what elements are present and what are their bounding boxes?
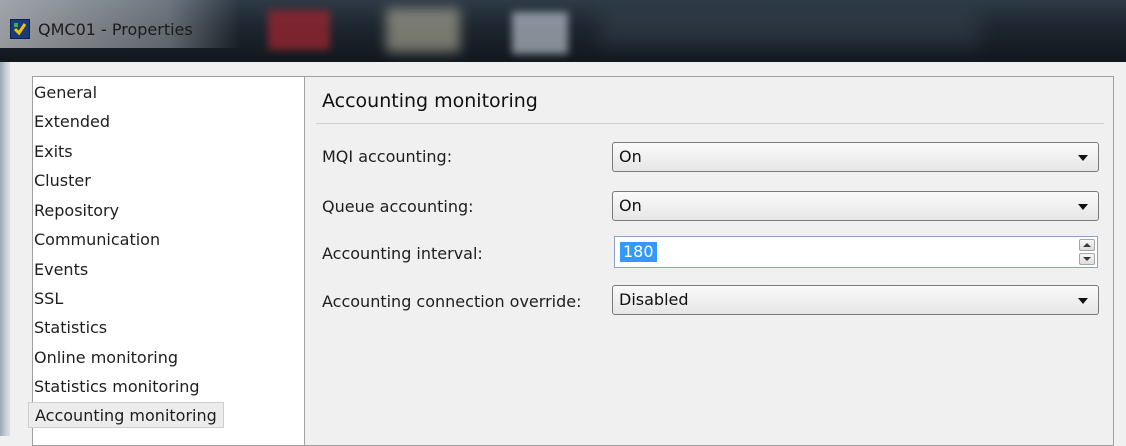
- spinner-buttons: [1079, 239, 1095, 265]
- accounting-interval-spinner[interactable]: 180: [614, 236, 1098, 268]
- chevron-down-icon: [1078, 155, 1088, 161]
- nav-item-accounting-monitoring[interactable]: Accounting monitoring: [28, 402, 224, 428]
- chevron-down-icon: [1078, 298, 1088, 304]
- mqi-accounting-label: MQI accounting:: [322, 147, 453, 166]
- nav-item-communication[interactable]: Communication: [34, 227, 160, 253]
- taskbar-thumbnail: [512, 12, 568, 54]
- nav-item-ssl[interactable]: SSL: [34, 286, 63, 312]
- nav-item-general[interactable]: General: [34, 80, 97, 106]
- queue-manager-icon[interactable]: [10, 19, 30, 39]
- connection-override-select[interactable]: Disabled: [612, 285, 1099, 315]
- taskbar-thumbnail: [268, 10, 330, 50]
- queue-accounting-select[interactable]: On: [612, 191, 1099, 221]
- nav-item-cluster[interactable]: Cluster: [34, 168, 91, 194]
- chevron-up-icon: [1083, 243, 1091, 247]
- window-title: QMC01 - Properties: [38, 20, 193, 39]
- spin-down-button[interactable]: [1079, 253, 1095, 265]
- nav-item-statistics-monitoring[interactable]: Statistics monitoring: [34, 374, 200, 400]
- mqi-accounting-select[interactable]: On: [612, 142, 1099, 172]
- chevron-down-icon: [1078, 204, 1088, 210]
- nav-item-statistics[interactable]: Statistics: [34, 315, 107, 341]
- window-frame: [0, 62, 10, 436]
- queue-accounting-label: Queue accounting:: [322, 197, 474, 216]
- title-bar[interactable]: QMC01 - Properties: [0, 0, 1126, 62]
- taskbar-thumbnail: [600, 6, 980, 46]
- nav-item-repository[interactable]: Repository: [34, 198, 119, 224]
- connection-override-value: Disabled: [619, 290, 689, 309]
- accounting-interval-value[interactable]: 180: [620, 242, 657, 262]
- nav-item-exits[interactable]: Exits: [34, 139, 73, 165]
- chevron-down-icon: [1083, 257, 1091, 261]
- mqi-accounting-value: On: [619, 147, 642, 166]
- spin-up-button[interactable]: [1079, 239, 1095, 251]
- taskbar-thumbnail: [386, 8, 460, 52]
- nav-item-online-monitoring[interactable]: Online monitoring: [34, 345, 178, 371]
- title-divider: [316, 123, 1104, 124]
- accounting-interval-label: Accounting interval:: [322, 244, 483, 263]
- nav-item-events[interactable]: Events: [34, 257, 88, 283]
- page-title: Accounting monitoring: [322, 90, 538, 112]
- queue-accounting-value: On: [619, 196, 642, 215]
- nav-item-extended[interactable]: Extended: [34, 109, 110, 135]
- connection-override-label: Accounting connection override:: [322, 292, 582, 311]
